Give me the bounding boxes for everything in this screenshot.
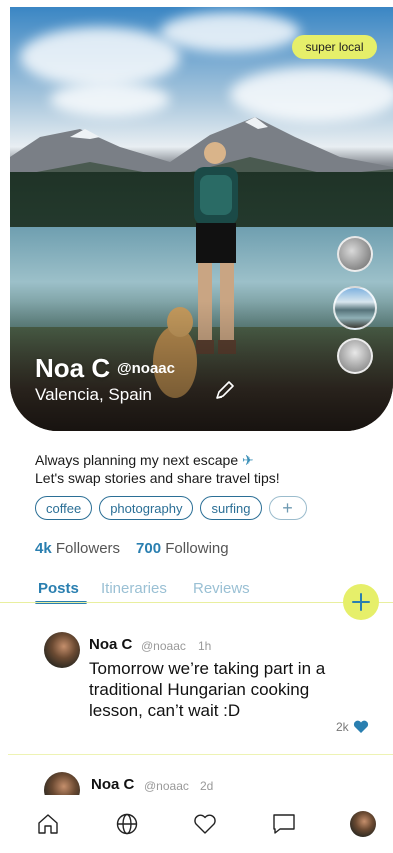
heart-filled-icon[interactable]: [353, 720, 369, 734]
followers-count: 4k: [35, 540, 52, 557]
nav-profile-avatar[interactable]: [350, 811, 376, 837]
airplane-icon: ✈: [242, 452, 254, 468]
post-card[interactable]: Noa C @noaac 1h Tomorrow we’re taking pa…: [0, 630, 393, 750]
post-timestamp: 2d: [200, 779, 214, 793]
followers-label: Followers: [55, 540, 121, 557]
tab-reviews[interactable]: Reviews: [193, 580, 250, 597]
post-author-handle: @noaac: [144, 779, 189, 793]
super-local-badge: super local: [292, 35, 377, 59]
plus-icon: [352, 593, 370, 611]
tab-posts[interactable]: Posts: [38, 580, 79, 597]
post-author-avatar[interactable]: [44, 772, 80, 795]
tab-itineraries[interactable]: Itineraries: [101, 580, 167, 597]
nav-explore[interactable]: [114, 811, 140, 837]
post-author-name[interactable]: Noa C: [89, 636, 132, 653]
globe-icon: [116, 813, 138, 835]
interest-tags: coffee photography surfing +: [35, 496, 307, 520]
home-icon: [38, 814, 58, 834]
post-author-handle: @noaac: [141, 639, 186, 653]
highlight-thumbnail-3[interactable]: [337, 338, 373, 374]
following-label: Following: [165, 540, 229, 557]
post-like-count[interactable]: 2k: [336, 720, 369, 734]
profile-location: Valencia, Spain: [35, 385, 152, 404]
edit-pencil-icon[interactable]: [211, 378, 237, 404]
heart-icon: [194, 814, 216, 834]
following-stat[interactable]: 700 Following: [136, 540, 229, 557]
post-timestamp: 1h: [198, 639, 212, 653]
nav-messages[interactable]: [271, 811, 297, 837]
bio-line-2: Let's swap stories and share travel tips…: [35, 470, 280, 486]
tag-surfing[interactable]: surfing: [200, 496, 262, 520]
like-count: 2k: [336, 720, 349, 734]
profile-handle: @noaac: [117, 360, 175, 377]
profile-name: Noa C: [35, 353, 111, 383]
bio-line-1: Always planning my next escape: [35, 452, 239, 468]
profile-bio: Always planning my next escape ✈ Let's s…: [35, 451, 280, 487]
post-card[interactable]: Noa C @noaac 2d: [0, 770, 393, 795]
post-author-name[interactable]: Noa C: [91, 776, 134, 793]
profile-tabs: Posts Itineraries Reviews: [0, 578, 393, 604]
highlight-thumbnail-2[interactable]: [333, 286, 377, 330]
post-author-avatar[interactable]: [44, 632, 80, 668]
tag-coffee[interactable]: coffee: [35, 496, 93, 520]
create-post-button[interactable]: [343, 584, 379, 620]
chat-icon: [273, 814, 295, 834]
post-body: Tomorrow we’re taking part in a traditio…: [89, 659, 326, 720]
following-count: 700: [136, 540, 162, 557]
followers-stat[interactable]: 4k Followers: [35, 540, 120, 557]
highlight-thumbnail-1[interactable]: [337, 236, 373, 272]
profile-stats: 4k Followers 700 Following: [35, 540, 229, 557]
post-divider: [8, 754, 393, 755]
tag-photography[interactable]: photography: [99, 496, 194, 520]
bottom-navigation: [0, 795, 393, 853]
tabs-divider: [0, 602, 393, 603]
nav-home[interactable]: [35, 811, 61, 837]
nav-favorites[interactable]: [192, 811, 218, 837]
add-tag-button[interactable]: +: [268, 496, 307, 520]
